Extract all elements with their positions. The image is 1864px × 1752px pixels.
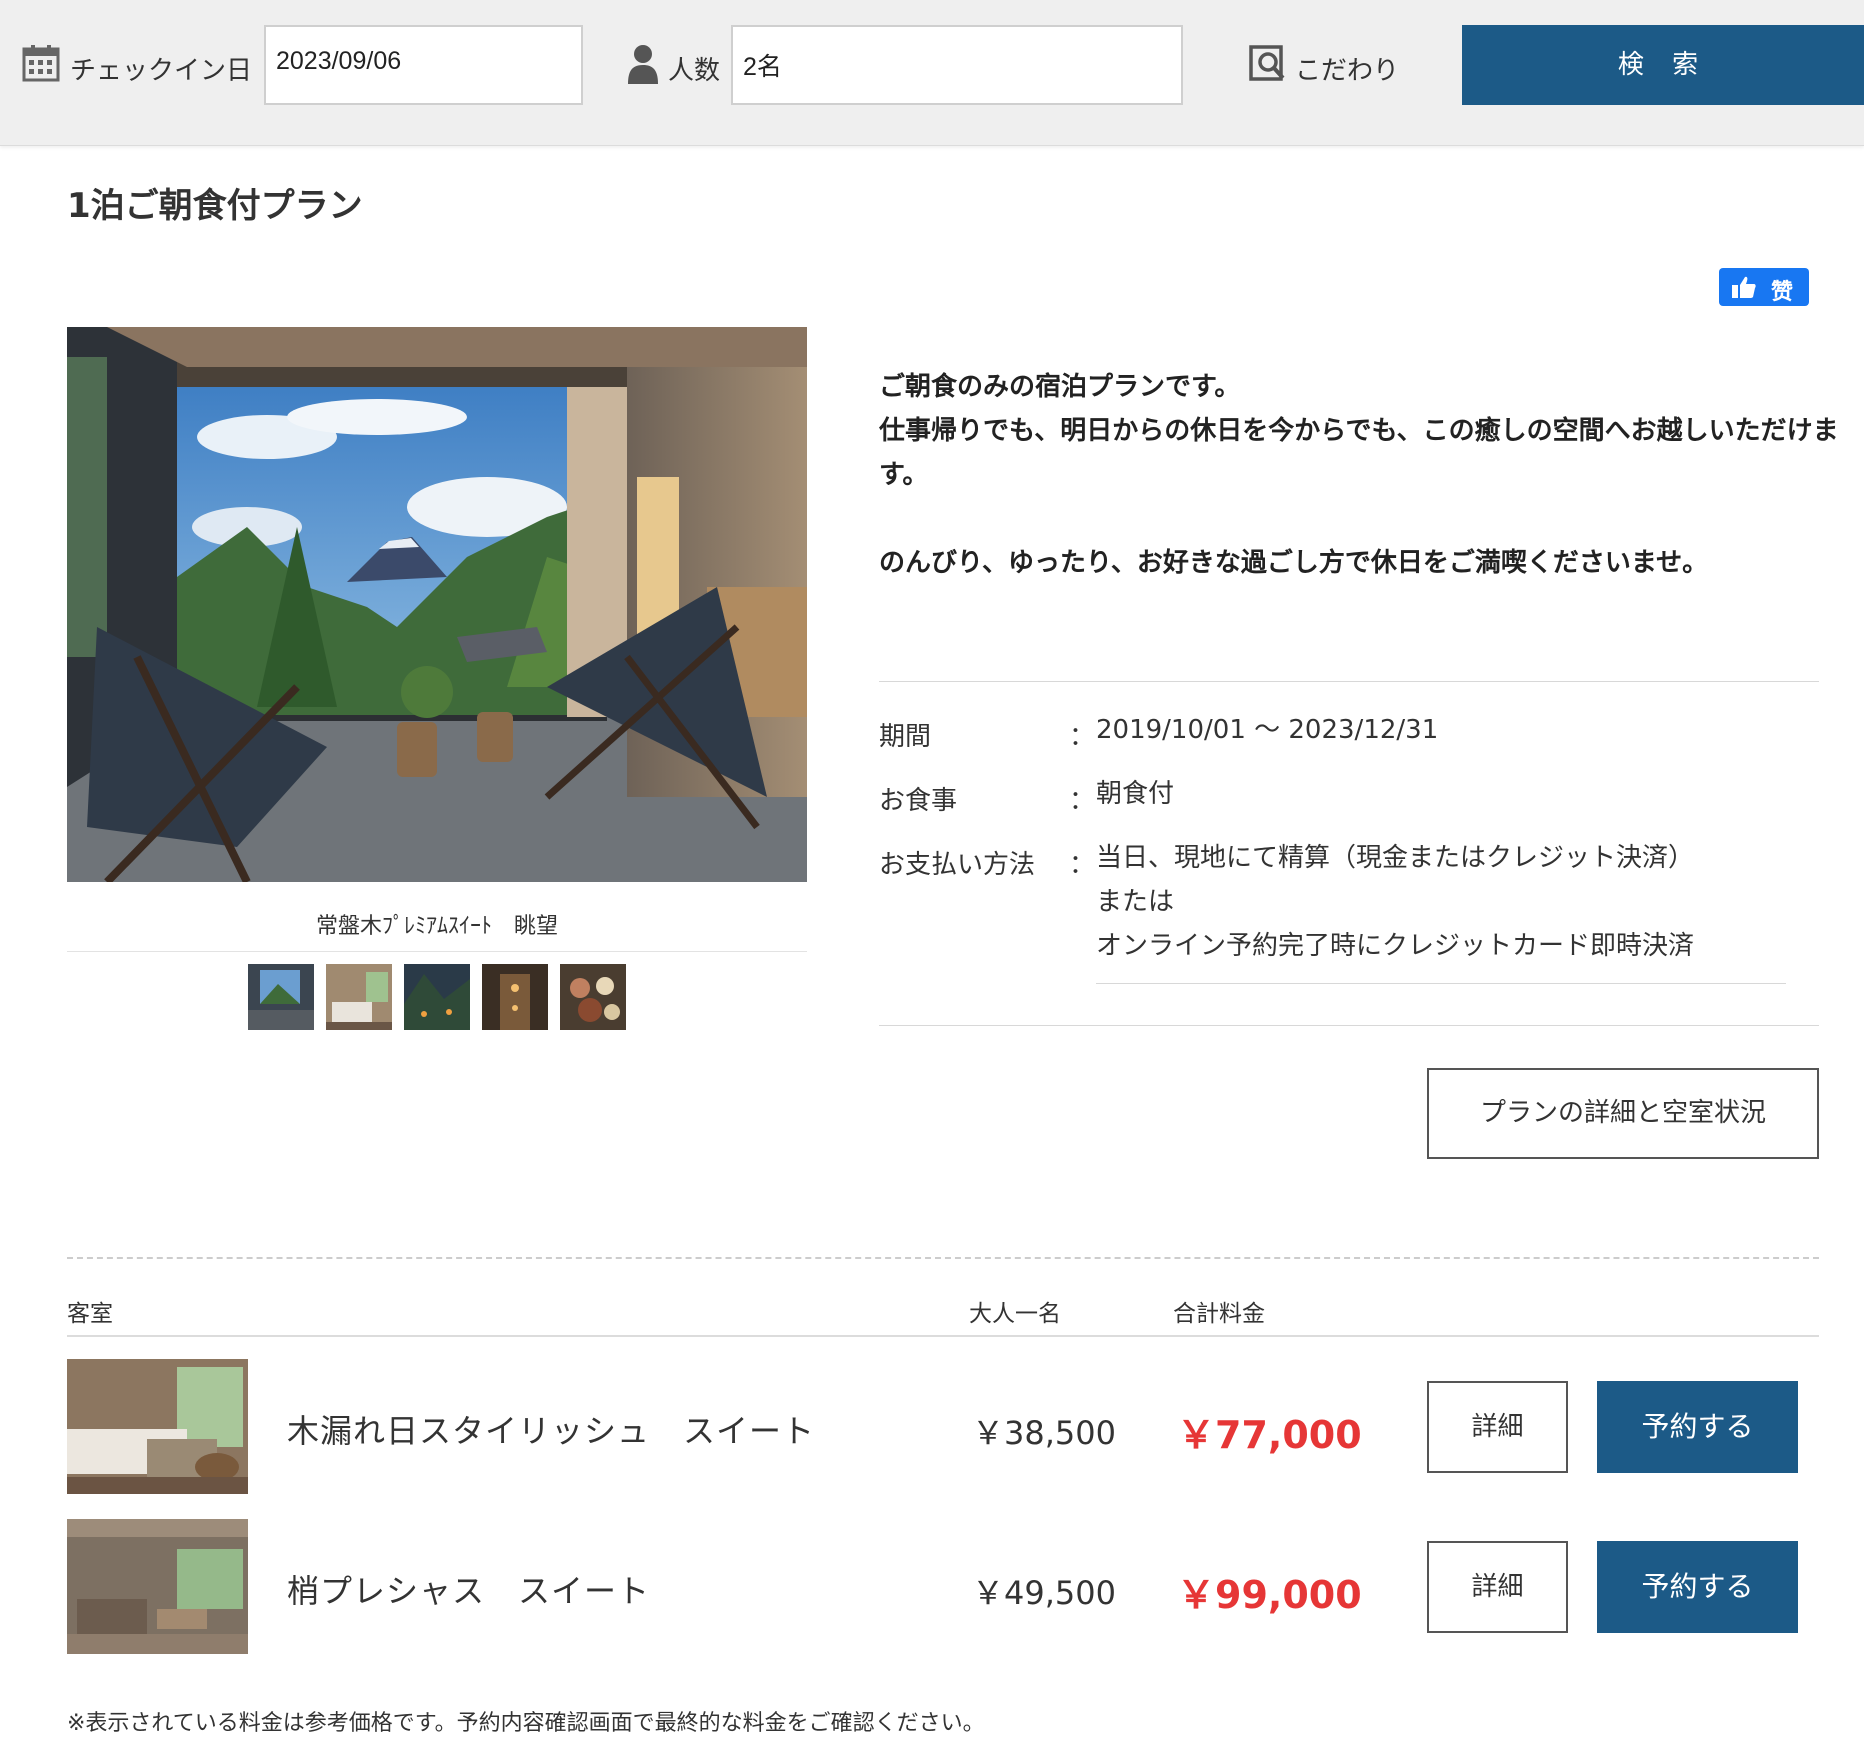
preference-search-icon <box>1249 45 1285 81</box>
room-detail-button-1[interactable]: 詳細 <box>1427 1381 1568 1473</box>
photo-caption: 常盤木ﾌﾟﾚﾐｱﾑｽｲｰﾄ 眺望 <box>315 914 558 939</box>
plan-title: 1泊ご朝食付プラン <box>67 186 363 226</box>
period-value: 2019/10/01 〜 2023/12/31 <box>1096 715 1439 745</box>
room-detail-button-2[interactable]: 詳細 <box>1427 1541 1568 1633</box>
section-dashed-divider <box>67 1257 1819 1259</box>
caption-divider <box>67 951 807 952</box>
info-bottom-divider <box>879 1025 1819 1026</box>
calendar-icon <box>22 45 60 82</box>
room-photo-1[interactable] <box>67 1359 248 1494</box>
guests-input[interactable]: 2名 <box>731 25 1183 105</box>
preference-label[interactable]: こだわり <box>1295 50 1399 87</box>
room-total-price-1: ￥77,000 <box>1177 1413 1362 1457</box>
room-reserve-button-2[interactable]: 予約する <box>1597 1541 1798 1633</box>
period-colon: ： <box>1069 722 1096 752</box>
guests-label: 人数 <box>668 56 721 86</box>
room-per-adult-price-2: ￥49,500 <box>972 1574 1116 1612</box>
table-header-divider <box>67 1335 1819 1337</box>
thumbnail-5[interactable] <box>560 964 626 1030</box>
description-paragraph-2: のんびり、ゆったり、お好きな過ごし方で休日をご満喫くださいませ。 <box>879 548 1709 578</box>
meal-colon: ： <box>1069 786 1096 816</box>
room-photo-2[interactable] <box>67 1519 248 1654</box>
main-room-photo <box>67 327 807 882</box>
payment-colon: ： <box>1069 850 1096 880</box>
plan-details-availability-button[interactable]: プランの詳細と空室状況 <box>1427 1068 1819 1159</box>
payment-value-line-2: または <box>1096 887 1175 917</box>
payment-value-line-1: 当日、現地にて精算（現金またはクレジット決済） <box>1096 843 1695 873</box>
meal-label: お食事 <box>879 786 958 816</box>
room-per-adult-price-1: ￥38,500 <box>972 1414 1116 1452</box>
header-per-adult: 大人一名 <box>969 1301 1061 1327</box>
payment-value-line-3: オンライン予約完了時にクレジットカード即時決済 <box>1096 931 1695 961</box>
payment-label: お支払い方法 <box>879 850 1036 880</box>
header-room: 客室 <box>67 1301 113 1327</box>
info-top-divider <box>879 681 1819 682</box>
person-icon <box>628 45 658 84</box>
thumbnail-1[interactable] <box>248 964 314 1030</box>
thumbs-up-icon <box>1732 276 1756 298</box>
room-name-2: 梢プレシャス スイート <box>287 1572 651 1610</box>
period-label: 期間 <box>879 722 932 752</box>
room-total-price-2: ￥99,000 <box>1177 1573 1362 1617</box>
price-footnote: ※表示されている料金は参考価格です。予約内容確認画面で最終的な料金をご確認くださ… <box>67 1711 985 1736</box>
search-bar: チェックイン日 2023/09/06 人数 2名 こだわり 検 索 <box>0 0 1864 146</box>
search-button[interactable]: 検 索 <box>1462 25 1864 105</box>
header-total: 合計料金 <box>1173 1301 1265 1327</box>
room-name-1: 木漏れ日スタイリッシュ スイート <box>287 1412 816 1450</box>
meal-value: 朝食付 <box>1096 779 1175 809</box>
checkin-date-input[interactable]: 2023/09/06 <box>264 25 583 105</box>
checkin-label: チェックイン日 <box>70 56 253 86</box>
description-paragraph-1: ご朝食のみの宿泊プランです。 仕事帰りでも、明日からの休日を今からでも、この癒し… <box>879 372 1839 490</box>
like-label: 赞 <box>1771 280 1794 305</box>
payment-underline <box>1096 983 1786 984</box>
plan-description: ご朝食のみの宿泊プランです。 仕事帰りでも、明日からの休日を今からでも、この癒し… <box>879 365 1839 585</box>
thumbnail-4[interactable] <box>482 964 548 1030</box>
thumbnail-2[interactable] <box>326 964 392 1030</box>
thumbnail-3[interactable] <box>404 964 470 1030</box>
like-button[interactable]: 赞 <box>1719 268 1809 306</box>
room-reserve-button-1[interactable]: 予約する <box>1597 1381 1798 1473</box>
